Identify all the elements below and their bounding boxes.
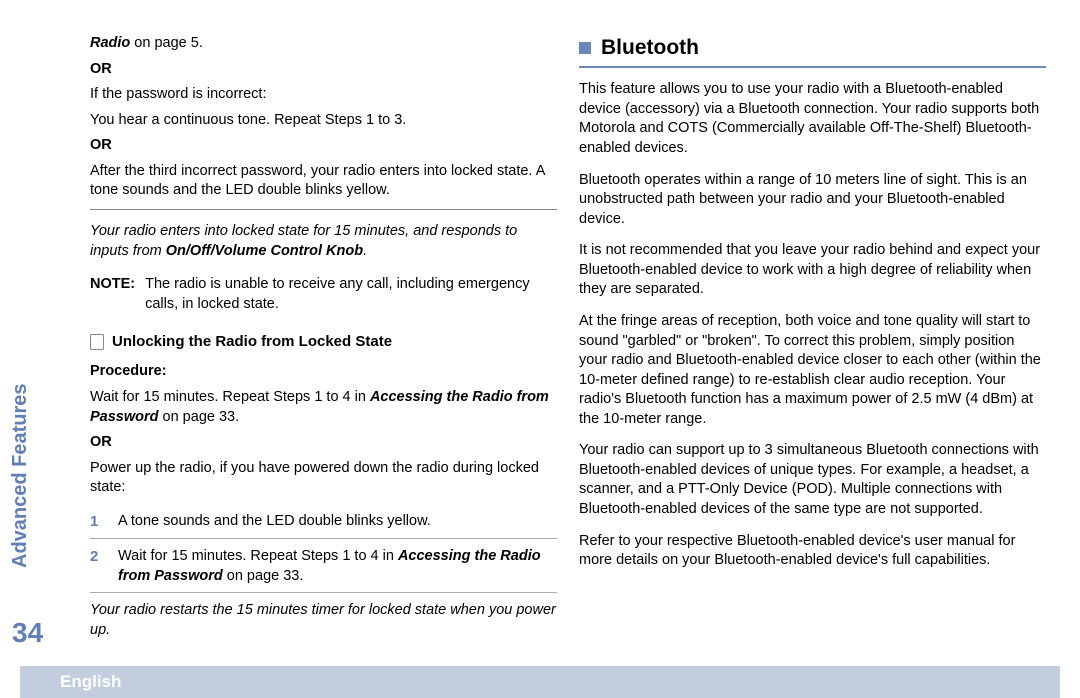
radio-ref-bold: Radio xyxy=(90,35,130,51)
step-1-row: 1 A tone sounds and the LED double blink… xyxy=(90,512,557,532)
square-bullet-icon xyxy=(579,42,591,54)
note-body: The radio is unable to receive any call,… xyxy=(145,275,557,314)
step-divider xyxy=(90,538,557,539)
footer-language: English xyxy=(60,671,121,694)
locked-state-note: Your radio enters into locked state for … xyxy=(90,222,557,261)
right-column: Bluetooth This feature allows you to use… xyxy=(579,34,1046,698)
step2-a: Wait for 15 minutes. Repeat Steps 1 to 4… xyxy=(118,548,398,564)
incorrect-password-line: If the password is incorrect: xyxy=(90,85,557,105)
unlock-subheading: Unlocking the Radio from Locked State xyxy=(112,332,392,352)
bluetooth-heading: Bluetooth xyxy=(601,34,699,62)
procedure-line-1: Wait for 15 minutes. Repeat Steps 1 to 4… xyxy=(90,388,557,427)
step-2-number: 2 xyxy=(90,547,108,586)
or-label-2: OR xyxy=(90,136,557,156)
bt-paragraph-3: It is not recommended that you leave you… xyxy=(579,241,1046,300)
procedure-line-2: Power up the radio, if you have powered … xyxy=(90,459,557,498)
radio-ref-tail: on page 5. xyxy=(130,35,203,51)
page-content: Advanced Features 34 Radio on page 5. OR… xyxy=(0,0,1080,698)
page-number: 34 xyxy=(12,614,43,652)
bt-paragraph-2: Bluetooth operates within a range of 10 … xyxy=(579,171,1046,230)
left-margin: Advanced Features 34 xyxy=(0,34,60,698)
restart-note: Your radio restarts the 15 minutes timer… xyxy=(90,601,557,640)
section-heading-row: Bluetooth xyxy=(579,34,1046,68)
footer-band: English xyxy=(20,666,1060,698)
step-2-body: Wait for 15 minutes. Repeat Steps 1 to 4… xyxy=(118,547,557,586)
bt-paragraph-1: This feature allows you to use your radi… xyxy=(579,80,1046,158)
step-divider xyxy=(90,592,557,593)
procedure-label: Procedure: xyxy=(90,362,557,382)
locked-note-c: . xyxy=(363,243,367,259)
radio-ref-line: Radio on page 5. xyxy=(90,34,557,54)
step-1-body: A tone sounds and the LED double blinks … xyxy=(118,512,557,532)
step-1-number: 1 xyxy=(90,512,108,532)
third-incorrect-line: After the third incorrect password, your… xyxy=(90,162,557,201)
note-block: NOTE: The radio is unable to receive any… xyxy=(90,275,557,314)
proc1-c: on page 33. xyxy=(159,409,240,425)
bt-paragraph-6: Refer to your respective Bluetooth-enabl… xyxy=(579,532,1046,571)
continuous-tone-line: You hear a continuous tone. Repeat Steps… xyxy=(90,111,557,131)
divider xyxy=(90,209,557,210)
proc1-a: Wait for 15 minutes. Repeat Steps 1 to 4… xyxy=(90,389,370,405)
bt-paragraph-4: At the fringe areas of reception, both v… xyxy=(579,312,1046,429)
bt-paragraph-5: Your radio can support up to 3 simultane… xyxy=(579,441,1046,519)
step-2-row: 2 Wait for 15 minutes. Repeat Steps 1 to… xyxy=(90,547,557,586)
locked-note-b: On/Off/Volume Control Knob xyxy=(166,243,363,259)
subheading-row: Unlocking the Radio from Locked State xyxy=(90,332,557,352)
or-label-3: OR xyxy=(90,433,557,453)
or-label-1: OR xyxy=(90,60,557,80)
two-column-layout: Radio on page 5. OR If the password is i… xyxy=(90,34,1046,698)
step2-c: on page 33. xyxy=(223,568,304,584)
left-column: Radio on page 5. OR If the password is i… xyxy=(90,34,557,698)
document-icon xyxy=(90,334,104,350)
side-section-title: Advanced Features xyxy=(7,383,34,568)
note-label: NOTE: xyxy=(90,275,145,314)
